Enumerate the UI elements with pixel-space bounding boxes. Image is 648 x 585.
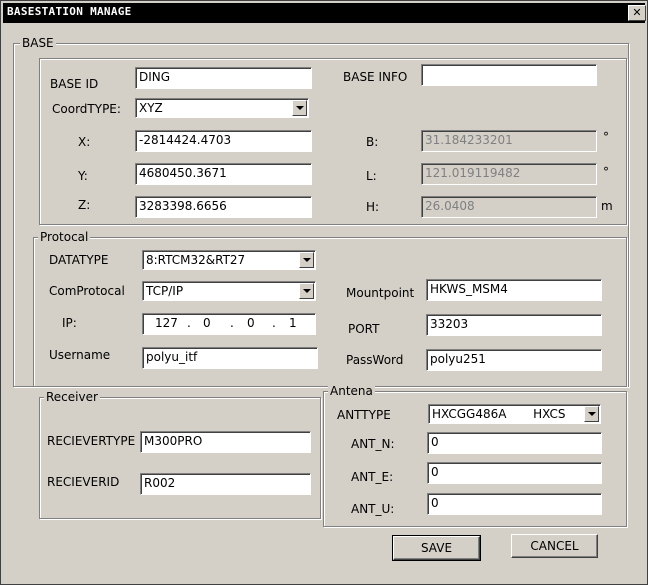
antenna-legend: Antena [328,384,375,398]
chevron-down-icon[interactable] [292,100,307,116]
datatype-label: DATATYPE [49,253,109,267]
base-info-field[interactable] [421,64,597,86]
l-field: 121.019119482 [421,163,597,185]
comprotocol-label: ComProtocal [49,284,125,298]
base-info-label: BASE INFO [343,70,408,84]
receiver-type-label: RECIEVERTYPE [47,434,136,448]
comprotocol-value: TCP/IP [146,284,184,298]
l-label: L: [366,169,377,183]
z-field[interactable]: 3283398.6656 [135,196,312,218]
protocol-legend: Protocal [38,230,91,244]
save-button[interactable]: SAVE [392,535,481,561]
chevron-down-icon[interactable] [299,283,314,299]
receiver-id-label: RECIEVERID [47,475,120,489]
anttype-select[interactable]: HXCGG486A HXCS [428,404,601,424]
cancel-button[interactable]: CANCEL [511,534,598,558]
x-label: X: [78,135,91,149]
datatype-value: 8:RTCM32&RT27 [146,253,246,267]
b-label: B: [366,135,379,149]
password-label: PassWord [346,353,404,367]
title-bar: BASESTATION MANAGE ✕ [3,3,646,23]
datatype-select[interactable]: 8:RTCM32&RT27 [142,250,316,270]
ant-u-label: ANT_U: [351,502,395,516]
ip-label: IP: [62,316,77,330]
basestation-manage-dialog: BASESTATION MANAGE ✕ BASE BASE ID DING B… [0,0,648,585]
y-field[interactable]: 4680450.3671 [135,163,312,185]
receiver-id-field[interactable]: R002 [140,473,311,495]
receiver-type-field[interactable]: M300PRO [140,431,311,453]
mountpoint-label: Mountpoint [346,286,415,300]
z-label: Z: [78,198,91,212]
receiver-group: Receiver [39,390,321,519]
window-title: BASESTATION MANAGE [7,5,132,18]
h-label: H: [366,200,380,214]
ip-dot: . [187,316,191,330]
password-field[interactable]: polyu251 [426,349,602,371]
x-field[interactable]: -2814424.4703 [135,130,312,152]
ip-dot: . [272,316,276,330]
ant-e-field[interactable]: 0 [427,462,602,484]
port-field[interactable]: 33203 [426,314,602,336]
comprotocol-select[interactable]: TCP/IP [142,281,316,301]
chevron-down-icon[interactable] [584,406,599,422]
receiver-legend: Receiver [44,390,100,404]
ant-n-field[interactable]: 0 [427,432,602,454]
y-label: Y: [78,169,88,183]
ip-octet-3[interactable]: 0 [247,316,255,330]
anttype-value: HXCGG486A HXCS [432,407,566,421]
h-field: 26.0408 [421,196,597,218]
port-label: PORT [348,322,380,336]
ip-dot: . [230,316,234,330]
close-icon: ✕ [632,6,642,19]
b-unit: ° [603,130,609,144]
ip-octet-1[interactable]: 127 [155,316,178,330]
coord-type-select[interactable]: XYZ [135,98,309,118]
base-id-field[interactable]: DING [135,67,312,89]
ant-u-field[interactable]: 0 [427,493,602,515]
close-button[interactable]: ✕ [628,5,646,21]
l-unit: ° [603,165,609,179]
chevron-down-icon[interactable] [299,252,314,268]
base-id-label: BASE ID [50,77,99,91]
ant-e-label: ANT_E: [351,470,394,484]
anttype-label: ANTTYPE [337,408,391,422]
ip-address-field[interactable]: 127 . 0 . 0 . 1 [142,313,316,335]
mountpoint-field[interactable]: HKWS_MSM4 [426,279,602,301]
coord-type-value: XYZ [139,101,163,115]
username-label: Username [49,348,111,362]
b-field: 31.184233201 [421,130,597,152]
ant-n-label: ANT_N: [351,437,395,451]
ip-octet-2[interactable]: 0 [203,316,211,330]
h-unit: m [601,199,613,213]
ip-octet-4[interactable]: 1 [289,316,297,330]
coord-type-label: CoordTYPE: [52,102,121,116]
base-legend: BASE [20,36,56,50]
username-field[interactable]: polyu_itf [142,347,318,369]
